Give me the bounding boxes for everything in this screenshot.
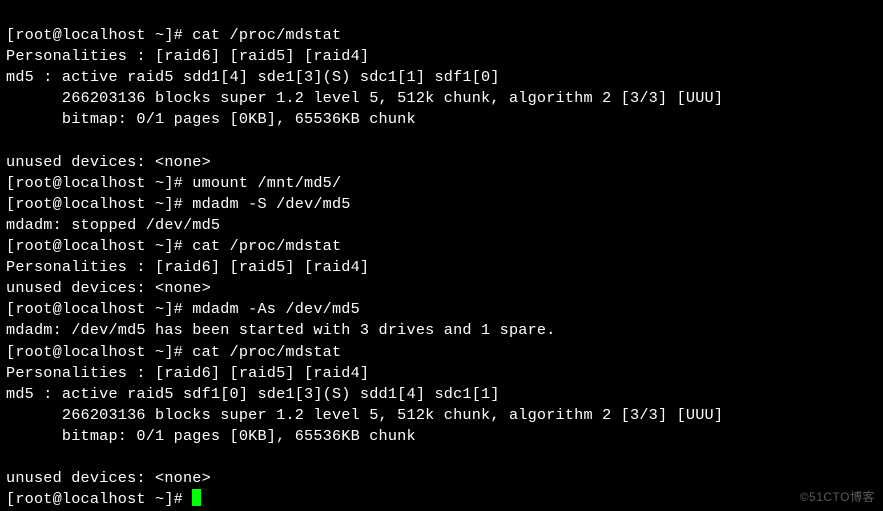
output-line: unused devices: <none>: [6, 469, 211, 487]
output-line: md5 : active raid5 sdd1[4] sde1[3](S) sd…: [6, 68, 500, 86]
command: cat /proc/mdstat: [192, 26, 341, 44]
output-line: Personalities : [raid6] [raid5] [raid4]: [6, 364, 369, 382]
prompt: [root@localhost ~]#: [6, 490, 192, 508]
output-line: Personalities : [raid6] [raid5] [raid4]: [6, 258, 369, 276]
prompt: [root@localhost ~]#: [6, 237, 192, 255]
output-line: 266203136 blocks super 1.2 level 5, 512k…: [6, 89, 723, 107]
prompt: [root@localhost ~]#: [6, 300, 192, 318]
output-line: mdadm: stopped /dev/md5: [6, 216, 220, 234]
terminal-output: [root@localhost ~]# cat /proc/mdstat Per…: [0, 0, 883, 511]
output-line: mdadm: /dev/md5 has been started with 3 …: [6, 321, 556, 339]
command: cat /proc/mdstat: [192, 237, 341, 255]
command: mdadm -S /dev/md5: [192, 195, 350, 213]
output-line: bitmap: 0/1 pages [0KB], 65536KB chunk: [6, 110, 416, 128]
output-line: bitmap: 0/1 pages [0KB], 65536KB chunk: [6, 427, 416, 445]
prompt: [root@localhost ~]#: [6, 174, 192, 192]
output-line: 266203136 blocks super 1.2 level 5, 512k…: [6, 406, 723, 424]
output-line: unused devices: <none>: [6, 279, 211, 297]
prompt: [root@localhost ~]#: [6, 343, 192, 361]
cursor[interactable]: [192, 489, 201, 506]
watermark: ©51CTO博客: [800, 488, 875, 505]
output-line: Personalities : [raid6] [raid5] [raid4]: [6, 47, 369, 65]
output-line: md5 : active raid5 sdf1[0] sde1[3](S) sd…: [6, 385, 500, 403]
output-line: unused devices: <none>: [6, 153, 211, 171]
command: mdadm -As /dev/md5: [192, 300, 360, 318]
command: cat /proc/mdstat: [192, 343, 341, 361]
prompt: [root@localhost ~]#: [6, 195, 192, 213]
command: umount /mnt/md5/: [192, 174, 341, 192]
prompt: [root@localhost ~]#: [6, 26, 192, 44]
